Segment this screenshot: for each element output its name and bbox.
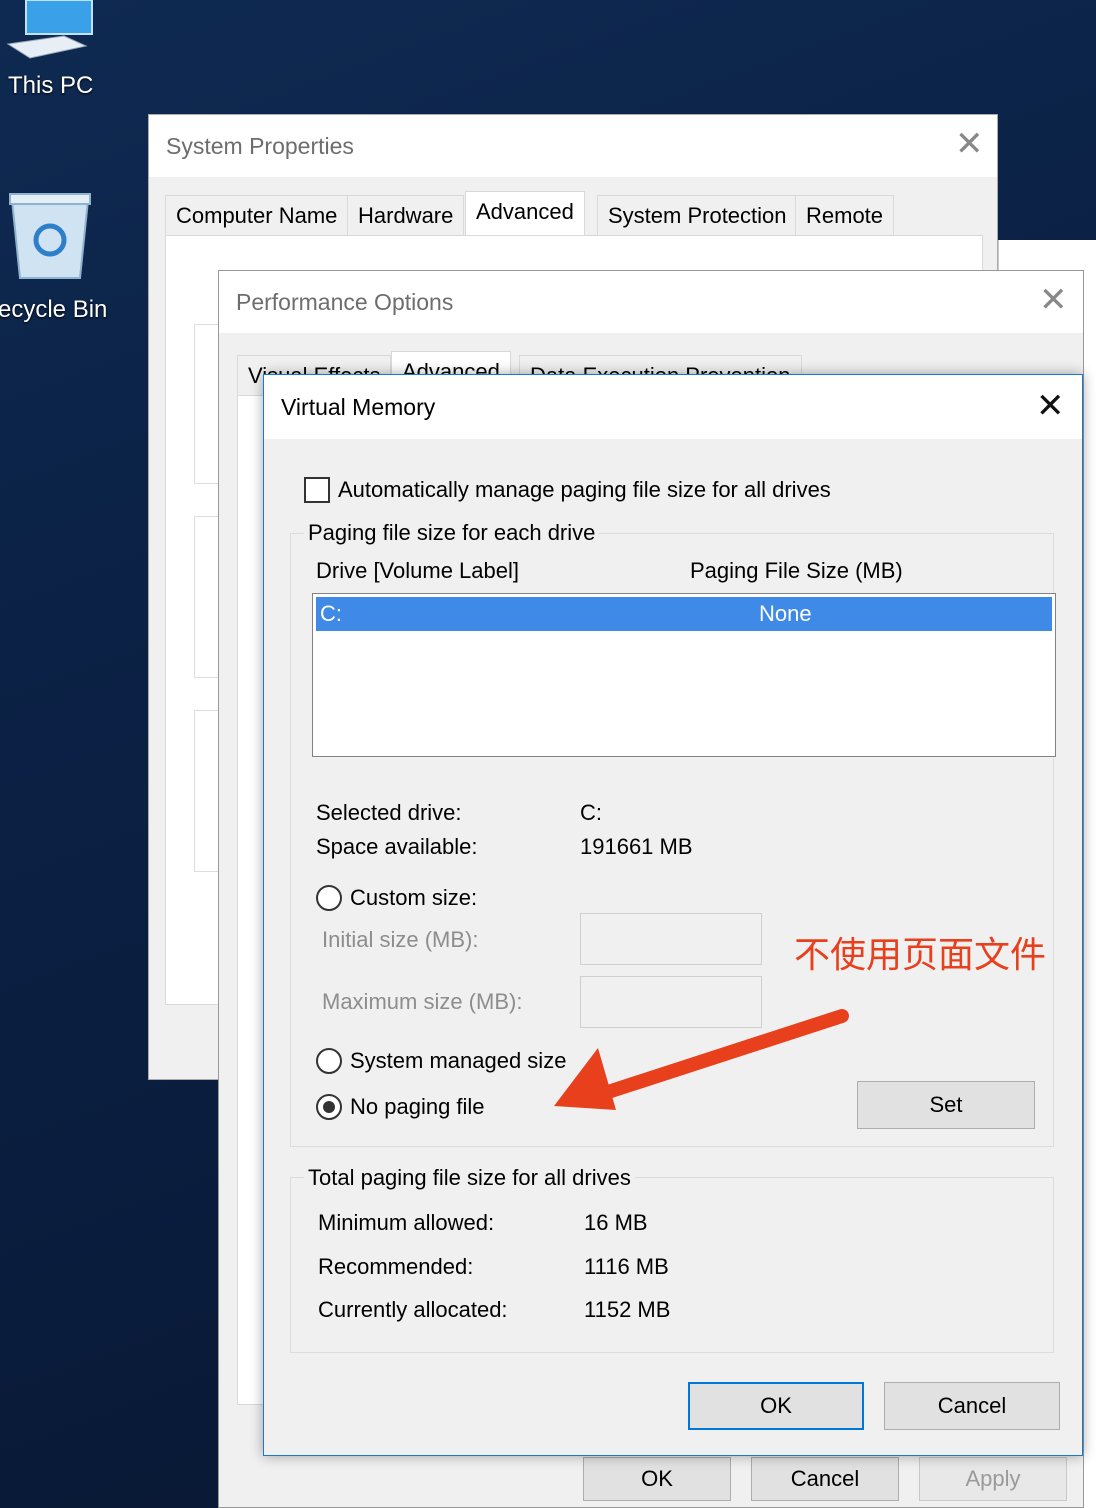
initial-size-label: Initial size (MB): [322, 927, 479, 952]
virtual-memory-dialog: Virtual Memory ✕ Automatically manage pa… [263, 374, 1083, 1456]
minimum-allowed-value: 16 MB [584, 1210, 648, 1235]
tab-advanced[interactable]: Advanced [465, 191, 585, 235]
apply-button[interactable]: Apply [919, 1457, 1067, 1501]
tab-computer-name[interactable]: Computer Name [165, 195, 349, 235]
selected-drive-label: Selected drive: [316, 800, 462, 825]
space-available-label: Space available: [316, 834, 478, 859]
annotation-arrow-icon [554, 1009, 849, 1110]
system-managed-radio[interactable] [316, 1048, 342, 1074]
list-item[interactable]: C: None [316, 597, 1052, 631]
annotation-text: 不使用页面文件 [794, 935, 1047, 976]
ok-button[interactable]: OK [688, 1382, 864, 1430]
recommended-value: 1116 MB [584, 1254, 669, 1279]
currently-allocated-label: Currently allocated: [318, 1297, 508, 1322]
paging-group-title: Paging file size for each drive [304, 520, 600, 546]
recommended-label: Recommended: [318, 1254, 474, 1279]
cancel-button[interactable]: Cancel [751, 1457, 899, 1501]
system-managed-label[interactable]: System managed size [350, 1048, 566, 1074]
tab-hardware[interactable]: Hardware [347, 195, 465, 235]
no-paging-label[interactable]: No paging file [350, 1094, 485, 1120]
close-icon[interactable]: ✕ [1036, 389, 1065, 423]
system-properties-title: System Properties [149, 115, 997, 177]
drive-paging-size: None [759, 601, 812, 626]
tab-system-protection[interactable]: System Protection [597, 195, 798, 235]
drive-list[interactable]: C: None [312, 593, 1056, 757]
currently-allocated-value: 1152 MB [584, 1297, 671, 1322]
close-icon[interactable]: ✕ [1039, 283, 1068, 317]
tab-remote[interactable]: Remote [795, 195, 895, 235]
this-pc-icon[interactable] [4, 0, 96, 62]
system-properties-tabs: Computer Name Hardware Advanced System P… [165, 191, 985, 239]
drive-column-header: Drive [Volume Label] [316, 558, 519, 583]
minimum-allowed-label: Minimum allowed: [318, 1210, 495, 1235]
this-pc-label: This PC [8, 72, 94, 99]
radio-selected-dot [323, 1101, 335, 1113]
selected-drive-value: C: [580, 800, 602, 825]
initial-size-input[interactable] [580, 913, 762, 965]
custom-size-radio[interactable] [316, 885, 342, 911]
recycle-bin-icon[interactable] [8, 190, 92, 282]
ok-button[interactable]: OK [583, 1457, 731, 1501]
performance-options-title: Performance Options [219, 271, 1083, 333]
cancel-button[interactable]: Cancel [884, 1382, 1060, 1430]
space-available-value: 191661 MB [580, 834, 693, 859]
set-button[interactable]: Set [857, 1081, 1035, 1129]
maximum-size-label: Maximum size (MB): [322, 989, 523, 1014]
custom-size-label[interactable]: Custom size: [350, 885, 477, 911]
auto-manage-checkbox[interactable] [304, 477, 330, 503]
close-icon[interactable]: ✕ [955, 127, 984, 161]
size-column-header: Paging File Size (MB) [690, 558, 903, 583]
drive-letter: C: [320, 601, 342, 626]
recycle-bin-label: ecycle Bin [0, 296, 108, 323]
auto-manage-label[interactable]: Automatically manage paging file size fo… [338, 477, 831, 503]
no-paging-radio[interactable] [316, 1094, 342, 1120]
virtual-memory-title: Virtual Memory [264, 375, 1082, 439]
total-group-title: Total paging file size for all drives [304, 1165, 635, 1191]
